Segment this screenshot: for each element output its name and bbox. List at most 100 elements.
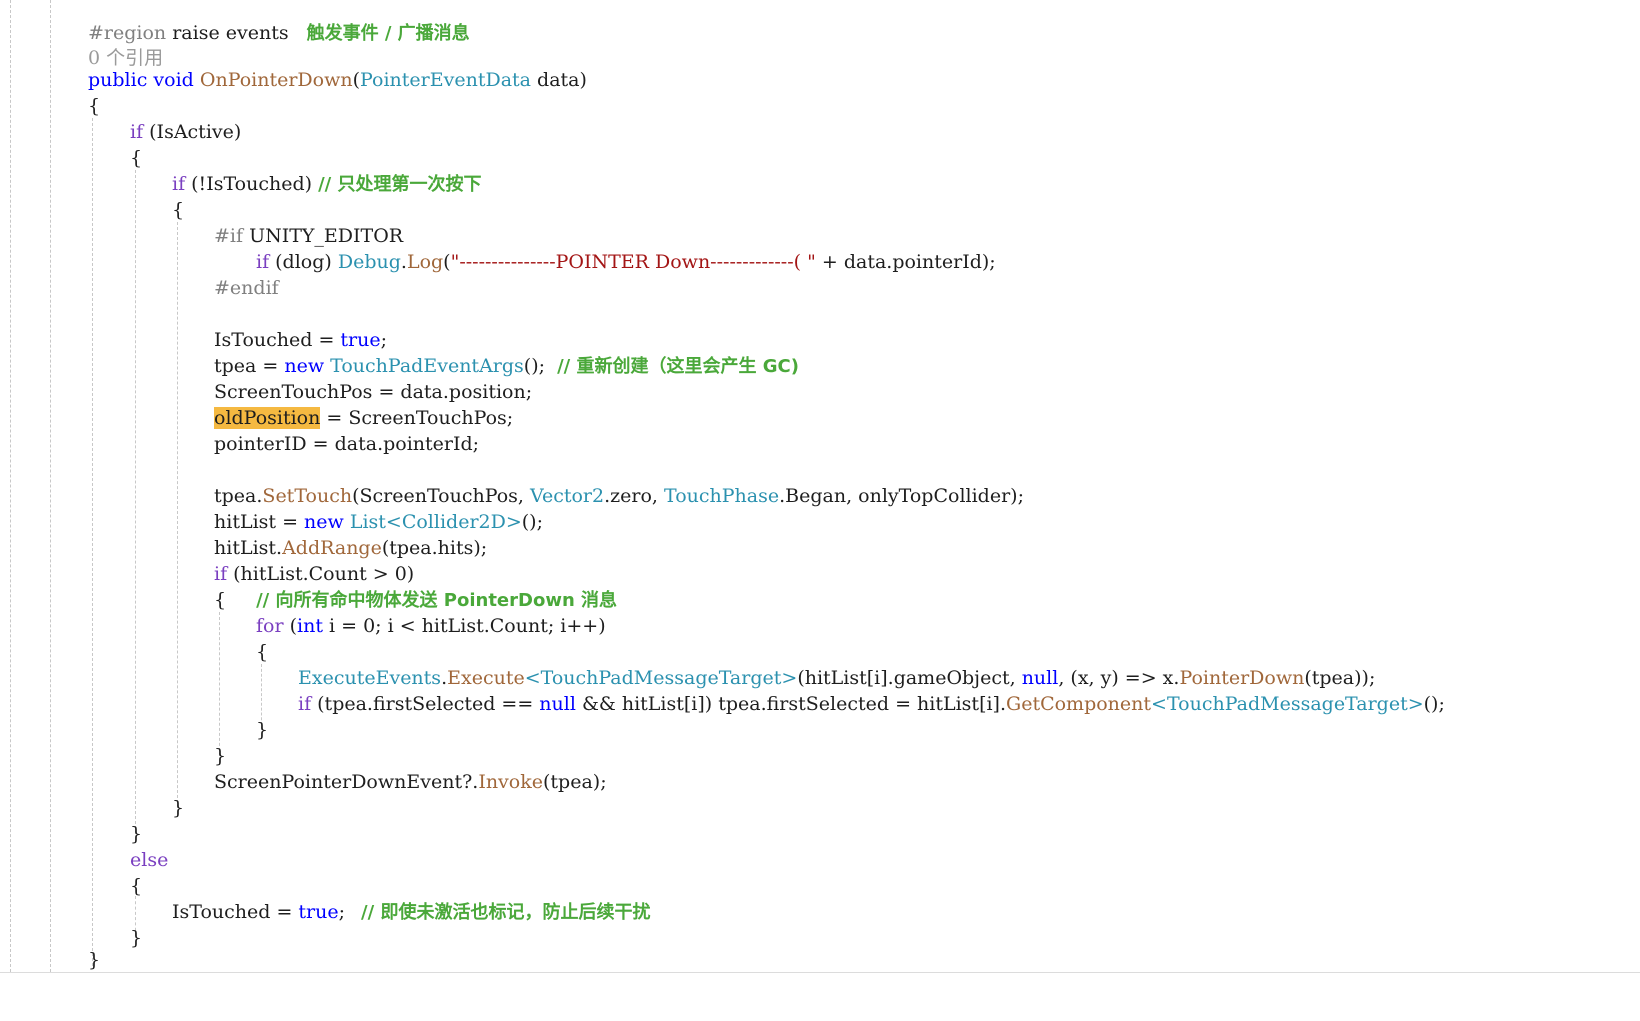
brace: { xyxy=(214,589,227,611)
invoke-args: (tpea); xyxy=(543,771,607,793)
indent-guide-if-touched xyxy=(177,222,178,808)
code-line-region: #region raise events 触发事件 / 广播消息 xyxy=(88,20,470,46)
code-line-method-close: } xyxy=(88,947,100,973)
code-line-invoke: ScreenPointerDownEvent?.Invoke(tpea); xyxy=(214,769,607,795)
tpea-rest: (); xyxy=(523,355,558,377)
code-line-else-close: } xyxy=(130,925,142,951)
if-active-condition: (IsActive) xyxy=(143,121,242,143)
first-selected-condition: (tpea.firstSelected == xyxy=(311,693,540,715)
execute-lambda: , (x, y) => x. xyxy=(1058,667,1180,689)
code-line-debug-log: if (dlog) Debug.Log("---------------POIN… xyxy=(256,249,996,275)
code-editor[interactable]: #region raise events 触发事件 / 广播消息 0 个引用 pu… xyxy=(0,0,1640,1021)
first-selected-assign: && hitList[i]) tpea.firstSelected = hitL… xyxy=(575,693,1007,715)
code-line-tpea-new: tpea = new TouchPadEventArgs(); // 重新创建（… xyxy=(214,353,799,379)
code-line-else: else xyxy=(130,847,168,873)
debug-string: "---------------POINTER Down------------… xyxy=(450,251,816,273)
for-header: i = 0; i < hitList.Count; i++) xyxy=(322,615,606,637)
open-paren: ( xyxy=(443,251,451,273)
code-line-hitlist-new: hitList = new List<Collider2D>(); xyxy=(214,509,543,535)
brace: } xyxy=(130,927,143,949)
code-line-execute: ExecuteEvents.Execute<TouchPadMessageTar… xyxy=(298,665,1375,691)
keyword-null: null xyxy=(1021,667,1059,689)
invoke-method: Invoke xyxy=(478,771,543,793)
comment-mark-even-inactive: // 即使未激活也标记，防止后续干扰 xyxy=(361,902,651,923)
brace: { xyxy=(256,641,269,663)
code-line-if-not-touched-close: } xyxy=(172,795,184,821)
region-directive: #region xyxy=(88,22,167,44)
getcomponent-method: GetComponent xyxy=(1006,693,1152,715)
code-line-endif: #endif xyxy=(214,275,279,301)
outer-margin-guide-2 xyxy=(50,0,51,972)
code-line-for: for (int i = 0; i < hitList.Count; i++) xyxy=(256,613,606,639)
param-rest: data) xyxy=(531,69,587,91)
addrange-method: AddRange xyxy=(282,537,382,559)
code-line-first-selected: if (tpea.firstSelected == null && hitLis… xyxy=(298,691,1445,717)
brace: } xyxy=(256,719,269,741)
first-selected-rest: (); xyxy=(1423,693,1445,715)
code-line-for-open: { xyxy=(256,639,268,665)
code-line-count-open: { // 向所有命中物体发送 PointerDown 消息 xyxy=(214,587,617,613)
brace: } xyxy=(130,823,143,845)
code-line-if-not-touched: if (!IsTouched) // 只处理第一次按下 xyxy=(172,171,482,197)
region-name: raise events xyxy=(166,22,289,44)
keyword-if: if xyxy=(256,251,270,273)
keyword-public: public xyxy=(88,69,148,91)
debug-type: Debug xyxy=(337,251,401,273)
editor-bottom-border xyxy=(0,972,1640,973)
getcomponent-generic-type: <TouchPadMessageTarget> xyxy=(1151,693,1424,715)
invoke-target: ScreenPointerDownEvent?. xyxy=(214,771,479,793)
execute-generic-type: <TouchPadMessageTarget> xyxy=(524,667,798,689)
hitlist-assign: hitList = xyxy=(214,511,305,533)
indent-guide-method xyxy=(92,118,93,966)
else-istouched-assign: IsTouched = xyxy=(172,901,299,923)
execute-method: Execute xyxy=(447,667,525,689)
for-open: ( xyxy=(283,615,298,637)
brace: { xyxy=(172,199,185,221)
references-count[interactable]: 0 个引用 xyxy=(88,47,163,69)
keyword-new: new xyxy=(284,355,325,377)
list-collider-type: List<Collider2D> xyxy=(349,511,522,533)
code-line-old-position: oldPosition = ScreenTouchPos; xyxy=(214,405,513,431)
settouch-arg1: (ScreenTouchPos, xyxy=(352,485,530,507)
old-position-highlighted[interactable]: oldPosition xyxy=(214,407,321,429)
code-line-settouch: tpea.SetTouch(ScreenTouchPos, Vector2.ze… xyxy=(214,483,1024,509)
keyword-if: if xyxy=(130,121,144,143)
brace: { xyxy=(130,147,143,169)
code-line-method-signature: public void OnPointerDown(PointerEventDa… xyxy=(88,67,587,93)
keyword-int: int xyxy=(297,615,323,637)
comment-send-pointerdown: // 向所有命中物体发送 PointerDown 消息 xyxy=(256,590,618,611)
count-condition: (hitList.Count > 0) xyxy=(227,563,415,585)
hitlist-rest: (); xyxy=(521,511,543,533)
settouch-method: SetTouch xyxy=(262,485,353,507)
keyword-for: for xyxy=(256,615,284,637)
code-line-count-close: } xyxy=(214,743,226,769)
settouch-target: tpea. xyxy=(214,485,263,507)
keyword-new: new xyxy=(304,511,344,533)
keyword-else: else xyxy=(130,849,169,871)
addrange-target: hitList. xyxy=(214,537,283,559)
brace: } xyxy=(88,949,101,971)
keyword-true: true xyxy=(340,329,381,351)
code-line-if-active-close: } xyxy=(130,821,142,847)
code-line-if-count: if (hitList.Count > 0) xyxy=(214,561,414,587)
execute-rest: (tpea)); xyxy=(1304,667,1376,689)
tpea-assign: tpea = xyxy=(214,355,285,377)
execute-args: (hitList[i].gameObject, xyxy=(797,667,1022,689)
if-touched-condition: (!IsTouched) xyxy=(185,173,319,195)
pointer-id-statement: pointerID = data.pointerId; xyxy=(214,433,480,455)
indent-guide-count xyxy=(219,612,220,756)
brace: } xyxy=(214,745,227,767)
outer-margin-guide-1 xyxy=(10,0,11,972)
code-line-istouched-true: IsTouched = true; xyxy=(214,327,387,353)
preprocessor-endif: #endif xyxy=(214,277,279,299)
code-line-for-close: } xyxy=(256,717,268,743)
semicolon: ; xyxy=(380,329,388,351)
comment-first-press: // 只处理第一次按下 xyxy=(318,174,482,195)
executeevents-type: ExecuteEvents xyxy=(298,667,442,689)
param-type: PointerEventData xyxy=(360,69,531,91)
code-line-if-not-touched-open: { xyxy=(172,197,184,223)
debug-log-method: Log xyxy=(406,251,444,273)
code-line-if-active: if (IsActive) xyxy=(130,119,241,145)
debug-rest: + data.pointerId); xyxy=(815,251,996,273)
code-line-else-open: { xyxy=(130,873,142,899)
